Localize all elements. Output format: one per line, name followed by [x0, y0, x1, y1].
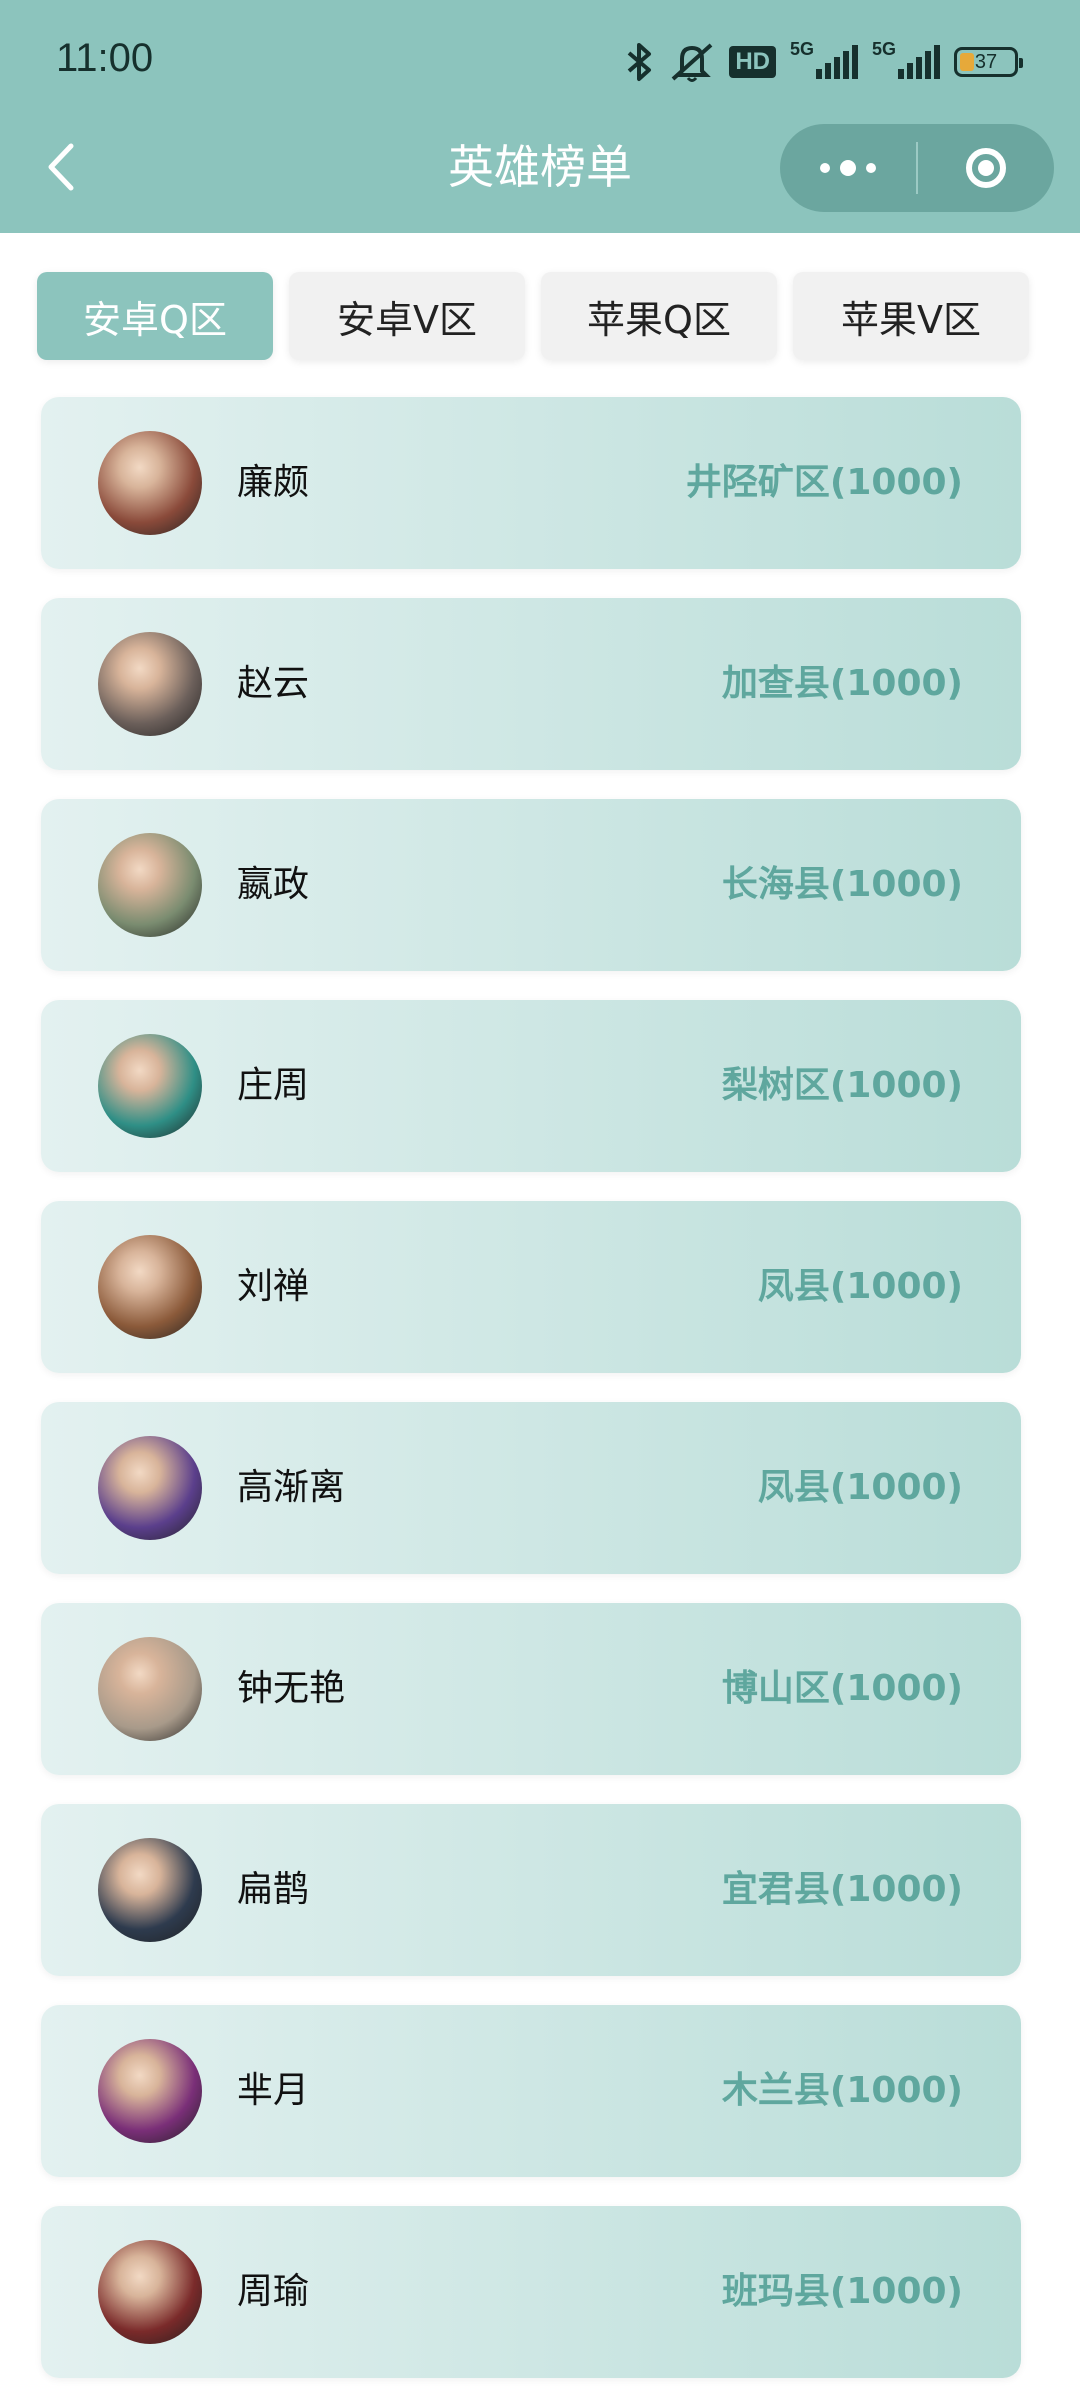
hero-region: 博山区(1000) [721, 1668, 963, 1709]
hero-card[interactable]: 周瑜 班玛县(1000) [41, 2206, 1021, 2378]
region-tabs: 安卓Q区 安卓V区 苹果Q区 苹果V区 [37, 272, 1045, 360]
tab-android-q[interactable]: 安卓Q区 [37, 272, 273, 360]
status-time: 11:00 [56, 36, 154, 80]
hero-avatar [98, 1235, 202, 1339]
hero-name: 赵云 [237, 663, 310, 704]
hero-region: 木兰县(1000) [721, 2070, 963, 2111]
hero-avatar [98, 2240, 202, 2344]
tab-ios-q[interactable]: 苹果Q区 [541, 272, 777, 360]
hero-card[interactable]: 刘禅 凤县(1000) [41, 1201, 1021, 1373]
hero-region: 宜君县(1000) [721, 1869, 963, 1910]
hero-region: 长海县(1000) [721, 864, 963, 905]
hero-avatar [98, 632, 202, 736]
target-circle-icon [966, 148, 1006, 188]
hero-avatar [98, 1034, 202, 1138]
hero-list: 廉颇 井陉矿区(1000) 赵云 加查县(1000) 嬴政 长海县(1000) … [41, 397, 1021, 2407]
hero-name: 庄周 [237, 1065, 310, 1106]
hero-avatar [98, 1838, 202, 1942]
battery-icon: 37 [954, 47, 1023, 77]
top-header: 11:00 HD 5G 5G 37 英雄榜单 [0, 0, 1080, 233]
hero-name: 周瑜 [237, 2271, 310, 2312]
hero-card[interactable]: 庄周 梨树区(1000) [41, 1000, 1021, 1172]
hero-name: 芈月 [237, 2070, 310, 2111]
bluetooth-icon [625, 42, 655, 82]
hero-avatar [98, 1637, 202, 1741]
hero-region: 井陉矿区(1000) [685, 462, 963, 503]
hero-card[interactable]: 赵云 加查县(1000) [41, 598, 1021, 770]
mini-program-capsule [780, 124, 1054, 212]
signal-5g-icon: 5G [790, 39, 858, 79]
hero-region: 梨树区(1000) [721, 1065, 963, 1106]
hero-region: 凤县(1000) [757, 1266, 963, 1307]
hd-voice-icon: HD [729, 46, 776, 78]
hero-avatar [98, 1436, 202, 1540]
bell-muted-icon [669, 41, 715, 83]
hero-name: 钟无艳 [237, 1668, 346, 1709]
hero-name: 廉颇 [237, 462, 310, 503]
tab-android-v[interactable]: 安卓V区 [289, 272, 525, 360]
hero-avatar [98, 833, 202, 937]
hero-card[interactable]: 高渐离 凤县(1000) [41, 1402, 1021, 1574]
tab-ios-v[interactable]: 苹果V区 [793, 272, 1029, 360]
hero-card[interactable]: 芈月 木兰县(1000) [41, 2005, 1021, 2177]
hero-region: 班玛县(1000) [721, 2271, 963, 2312]
hero-avatar [98, 431, 202, 535]
hero-name: 嬴政 [237, 864, 310, 905]
more-button[interactable] [780, 124, 916, 212]
hero-avatar [98, 2039, 202, 2143]
hero-region: 凤县(1000) [757, 1467, 963, 1508]
hero-name: 扁鹊 [237, 1869, 310, 1910]
hero-card[interactable]: 扁鹊 宜君县(1000) [41, 1804, 1021, 1976]
hero-card[interactable]: 廉颇 井陉矿区(1000) [41, 397, 1021, 569]
signal-5g-icon-2: 5G [872, 39, 940, 79]
close-button[interactable] [918, 124, 1054, 212]
hero-region: 加查县(1000) [721, 663, 963, 704]
hero-card[interactable]: 钟无艳 博山区(1000) [41, 1603, 1021, 1775]
hero-name: 刘禅 [237, 1266, 310, 1307]
hero-card[interactable]: 嬴政 长海县(1000) [41, 799, 1021, 971]
more-dots-icon [820, 160, 876, 176]
status-icons: HD 5G 5G 37 [625, 34, 1023, 90]
hero-name: 高渐离 [237, 1467, 346, 1508]
